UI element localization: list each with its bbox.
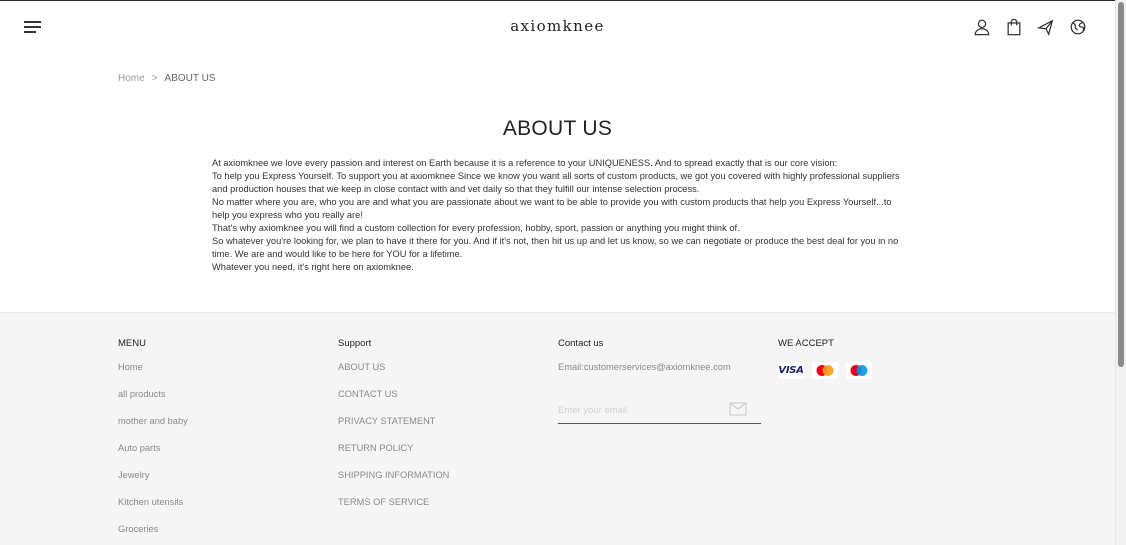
about-paragraph: Whatever you need, it's right here on ax… (212, 262, 414, 272)
footer-contact-column: Contact us Email:customerservices@axiomk… (558, 338, 731, 372)
footer-support-link[interactable]: SHIPPING INFORMATION (338, 470, 449, 497)
about-paragraph: So whatever you're looking for, we plan … (212, 236, 899, 259)
account-icon[interactable] (973, 17, 991, 37)
breadcrumb-current: ABOUT US (164, 73, 216, 84)
breadcrumb-separator: > (151, 73, 158, 84)
footer-support-link[interactable]: ABOUT US (338, 362, 449, 389)
mastercard-icon (812, 362, 838, 379)
footer-contact-title: Contact us (558, 338, 604, 349)
footer-support-link[interactable]: TERMS OF SERVICE (338, 497, 449, 524)
footer-accept-column: WE ACCEPT VISA (778, 338, 872, 379)
about-content: At axiomknee we love every passion and i… (212, 157, 908, 274)
about-paragraph: To help you Express Yourself. To support… (212, 171, 900, 194)
language-globe-icon[interactable] (1069, 17, 1087, 37)
vertical-scrollbar[interactable] (1115, 0, 1126, 545)
page-title: ABOUT US (502, 117, 613, 140)
breadcrumb-home-link[interactable]: Home (118, 73, 145, 84)
footer-support-link[interactable]: RETURN POLICY (338, 443, 449, 470)
payment-methods: VISA (778, 362, 872, 379)
footer-support-column: Support ABOUT US CONTACT US PRIVACY STAT… (338, 338, 449, 524)
scrollbar-thumb[interactable] (1118, 2, 1124, 367)
header-icons (973, 17, 1087, 37)
footer-menu-link[interactable]: Home (118, 362, 188, 389)
site-header: axiomknee (0, 1, 1115, 53)
email-subscribe-input[interactable] (558, 399, 728, 421)
footer-support-title: Support (338, 338, 372, 349)
footer-menu-link[interactable]: Kitchen utensils (118, 497, 188, 524)
brand-logo[interactable]: axiomknee (0, 17, 1115, 35)
footer-menu-column: MENU Home all products mother and baby A… (118, 338, 188, 545)
about-paragraph: That's why axiomknee you will find a cus… (212, 223, 740, 233)
footer-menu-link[interactable]: all products (118, 389, 188, 416)
contact-email[interactable]: Email:customerservices@axiomknee.com (558, 362, 731, 372)
footer-menu-link[interactable]: Jewelry (118, 470, 188, 497)
footer-accept-title: WE ACCEPT (778, 338, 834, 349)
footer-support-link[interactable]: CONTACT US (338, 389, 449, 416)
about-paragraph: At axiomknee we love every passion and i… (212, 158, 838, 168)
footer-menu-link[interactable]: mother and baby (118, 416, 188, 443)
newsletter-subscribe (558, 399, 761, 424)
site-footer: MENU Home all products mother and baby A… (0, 312, 1115, 545)
breadcrumb: Home > ABOUT US (118, 73, 215, 84)
shipping-icon[interactable] (1037, 17, 1055, 37)
maestro-icon (846, 362, 872, 379)
send-mail-icon[interactable] (729, 402, 747, 416)
footer-menu-link[interactable]: Auto parts (118, 443, 188, 470)
footer-menu-link[interactable]: Groceries (118, 524, 188, 545)
about-paragraph: No matter where you are, who you are and… (212, 197, 892, 220)
footer-support-link[interactable]: PRIVACY STATEMENT (338, 416, 449, 443)
visa-icon: VISA (778, 362, 804, 379)
footer-menu-title: MENU (118, 338, 146, 349)
shopping-bag-icon[interactable] (1005, 17, 1023, 37)
